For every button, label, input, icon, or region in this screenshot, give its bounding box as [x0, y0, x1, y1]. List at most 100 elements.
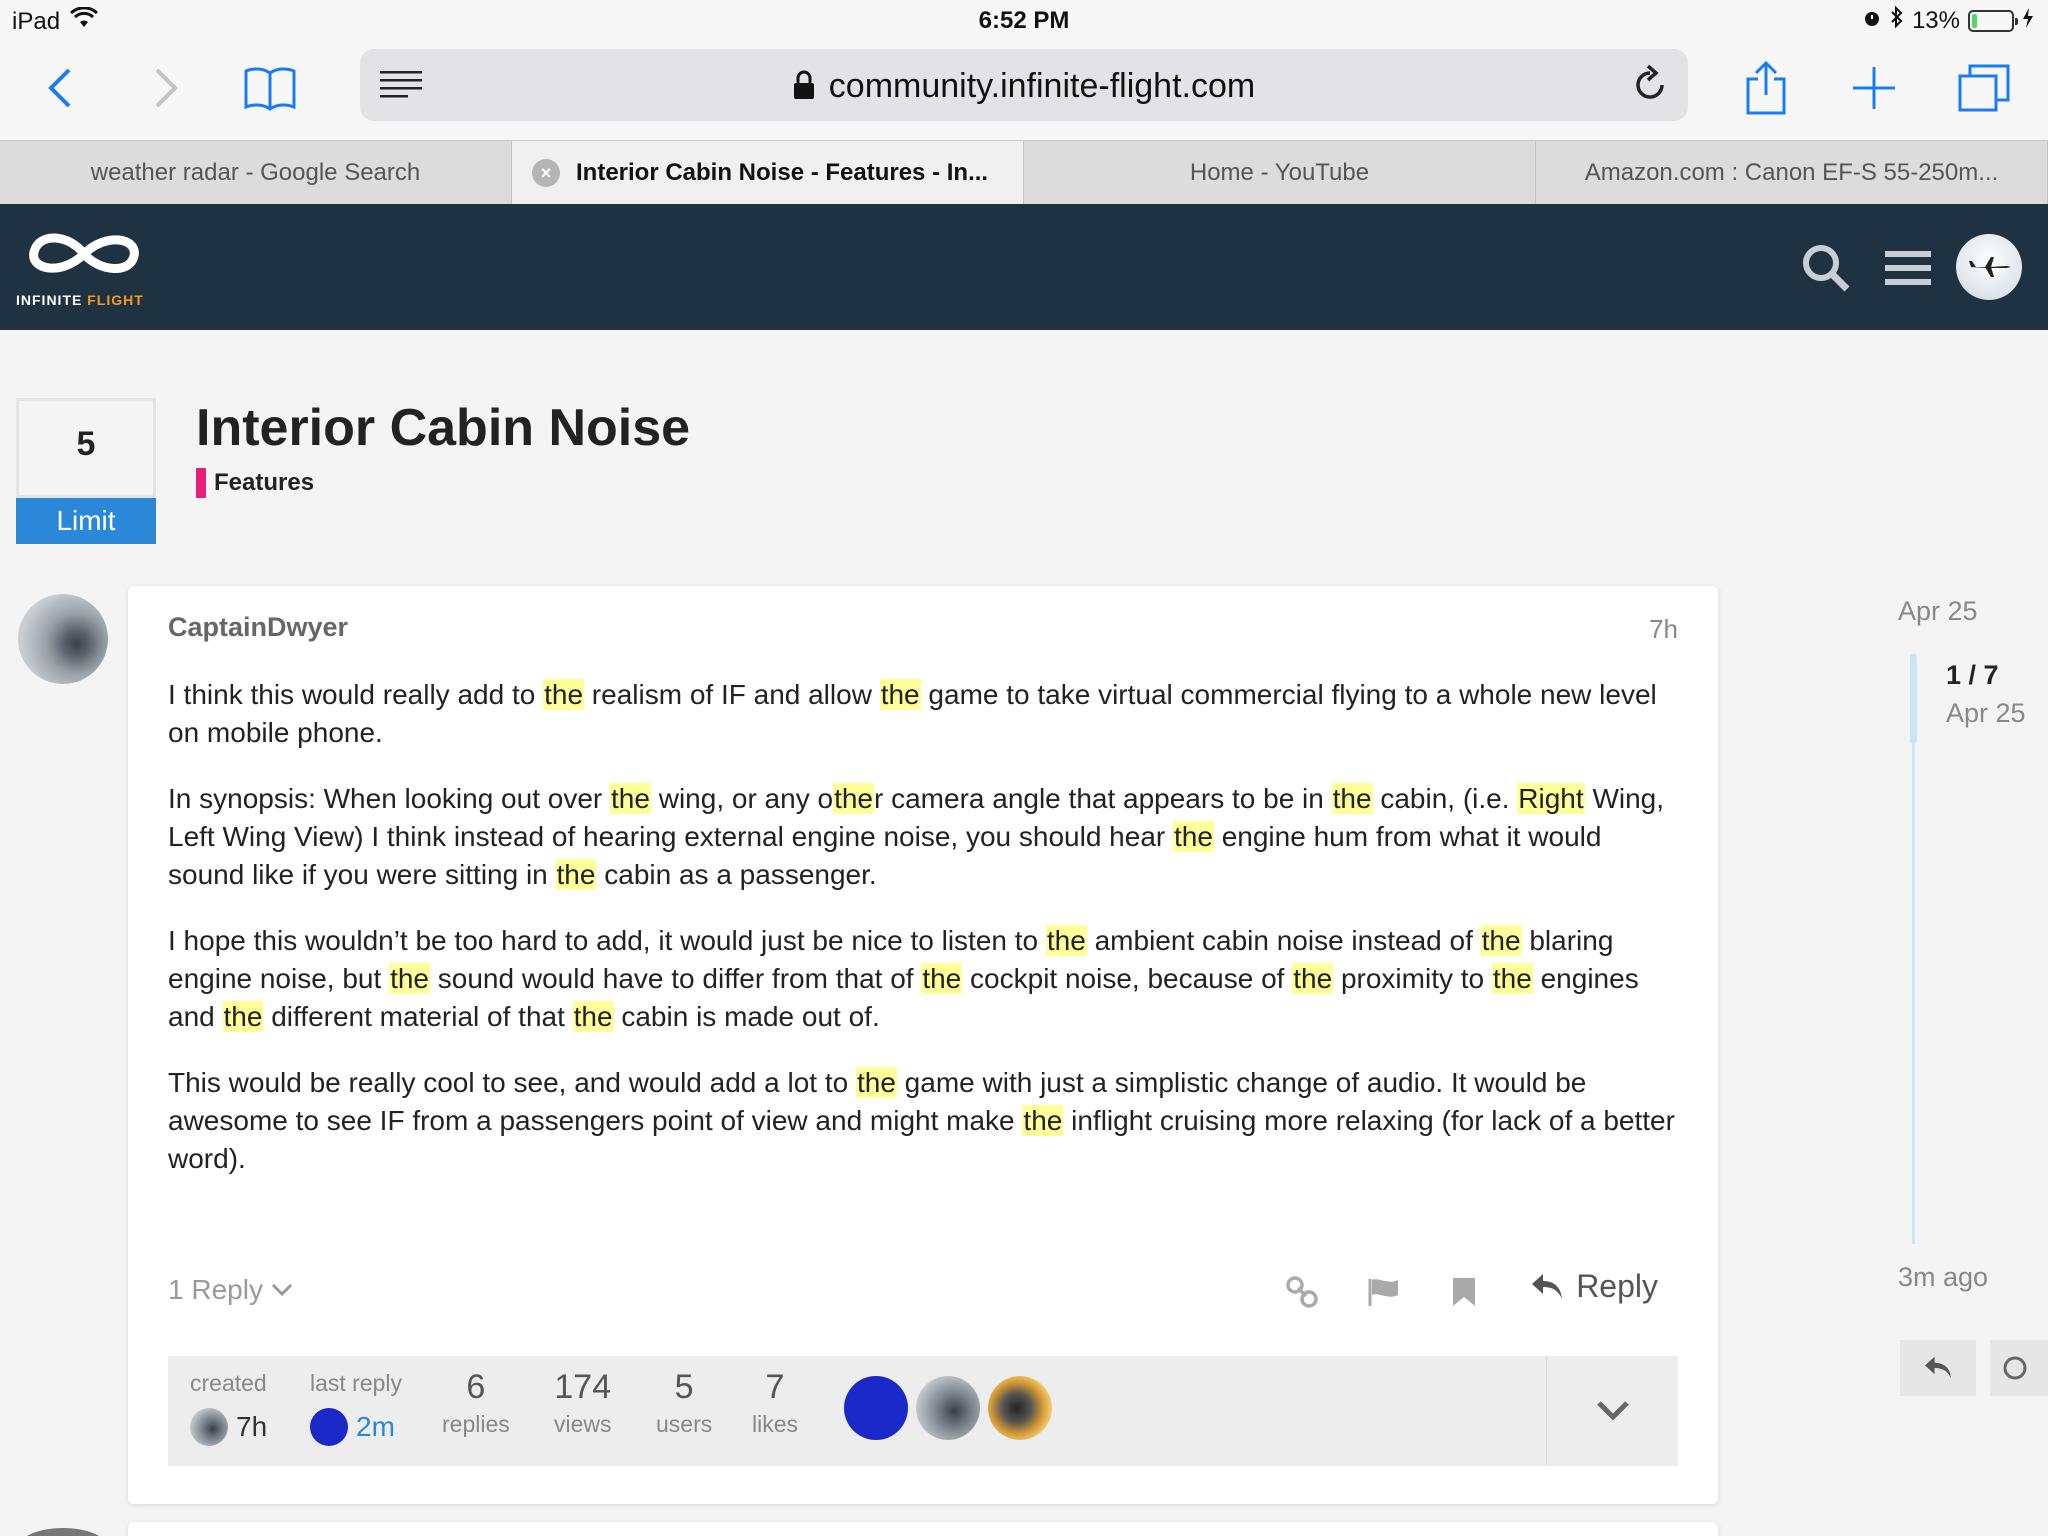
tabs-icon — [1958, 64, 2010, 112]
topic-map-expand-button[interactable] — [1546, 1356, 1678, 1466]
limit-button[interactable]: Limit — [16, 498, 156, 544]
topic-title[interactable]: Interior Cabin Noise — [196, 398, 690, 458]
topic-map: created 7h last reply 2m 6 replies 174 v… — [168, 1356, 1678, 1466]
post-time[interactable]: 7h — [1649, 614, 1678, 645]
views-label: views — [554, 1411, 612, 1437]
reply-arrow-icon — [1925, 1356, 1951, 1379]
timeline-handle[interactable] — [1910, 654, 1917, 744]
bookmark-icon — [1453, 1278, 1475, 1306]
share-icon — [1746, 61, 1786, 115]
reply-arrow-icon — [1532, 1273, 1563, 1299]
plus-icon — [1853, 67, 1895, 109]
browser-tabs: weather radar - Google Search × Interior C… — [0, 140, 2048, 205]
search-button[interactable] — [1798, 240, 1854, 296]
forward-button[interactable] — [136, 58, 196, 118]
timeline-start-date[interactable]: Apr 25 — [1898, 596, 1978, 627]
browser-toolbar: community.infinite-flight.com — [0, 42, 2048, 140]
last-replier-avatar — [310, 1408, 348, 1446]
replies-stat: 6 replies — [442, 1368, 510, 1438]
participant-avatar[interactable] — [844, 1376, 908, 1440]
bluetooth-icon — [1890, 5, 1904, 35]
lock-icon — [793, 70, 815, 109]
post-body: I think this would really add to the rea… — [168, 676, 1678, 1206]
limit-counter: 5 — [16, 398, 156, 498]
post-paragraph: In synopsis: When looking out over the w… — [168, 783, 1665, 890]
browser-tab-label: Home - YouTube — [1189, 159, 1370, 186]
created-label: created — [190, 1370, 267, 1396]
likes-label: likes — [752, 1411, 799, 1437]
browser-tab[interactable]: Home - YouTube — [1024, 141, 1536, 205]
users-number: 5 — [674, 1368, 694, 1406]
browser-tab[interactable]: × Interior Cabin Noise - Features - In... — [512, 141, 1024, 205]
close-tab-icon[interactable]: × — [532, 159, 560, 187]
replies-label: replies — [442, 1411, 510, 1437]
share-button[interactable] — [1736, 58, 1796, 118]
participant-avatar[interactable] — [988, 1376, 1052, 1440]
site-header: INFINITE FLIGHT — [0, 204, 2048, 330]
likes-number: 7 — [765, 1368, 785, 1406]
post-paragraph: I hope this wouldn’t be too hard to add,… — [168, 925, 1639, 1032]
chevron-down-icon — [1596, 1401, 1629, 1421]
browser-tab[interactable]: Amazon.com : Canon EF-S 55-250m... — [1536, 141, 2048, 205]
user-avatar-button[interactable] — [1956, 234, 2022, 300]
bookmarks-button[interactable] — [240, 58, 300, 118]
category-label: Features — [214, 469, 315, 496]
chevron-down-icon — [271, 1283, 292, 1297]
last-reply-info[interactable]: 2m — [310, 1408, 395, 1446]
alarm-icon — [1862, 7, 1882, 35]
category-badge[interactable]: Features — [196, 468, 314, 498]
reply-button[interactable]: Reply — [1530, 1268, 1658, 1305]
back-button[interactable] — [30, 58, 90, 118]
creator-avatar — [190, 1408, 228, 1446]
last-reply-value: 2m — [356, 1411, 395, 1442]
timeline-reply-button[interactable] — [1900, 1340, 1976, 1396]
logo-text-flight: FLIGHT — [87, 292, 144, 308]
logo-text-infinite: INFINITE — [16, 292, 83, 308]
timeline-notification-button[interactable] — [1990, 1340, 2048, 1396]
next-post-avatar[interactable] — [18, 1528, 108, 1536]
bookmark-button[interactable] — [1442, 1270, 1486, 1314]
post-actions: 1 Reply Reply — [168, 1262, 1678, 1322]
browser-tab[interactable]: weather radar - Google Search — [0, 141, 512, 205]
browser-tab-label: Amazon.com : Canon EF-S 55-250m... — [1584, 159, 1999, 186]
reload-icon[interactable] — [1632, 64, 1668, 108]
url-text: community.infinite-flight.com — [828, 67, 1256, 105]
charging-icon — [2022, 7, 2034, 35]
users-stat: 5 users — [656, 1368, 712, 1438]
status-time: 6:52 PM — [978, 7, 1070, 34]
reply-label: Reply — [1576, 1268, 1658, 1304]
battery-fill — [1972, 13, 1977, 28]
participant-avatars — [844, 1376, 1052, 1440]
chevron-right-icon — [155, 68, 178, 108]
category-color-bar — [196, 468, 206, 498]
address-bar[interactable]: community.infinite-flight.com — [360, 49, 1688, 121]
flag-icon — [1368, 1279, 1398, 1306]
battery-percent: 13% — [1911, 6, 1960, 34]
replies-count: 1 Reply — [168, 1274, 263, 1305]
airplane-icon — [1969, 257, 2011, 277]
likes-stat: 7 likes — [752, 1368, 798, 1438]
created-value: 7h — [236, 1411, 268, 1442]
link-icon — [1286, 1276, 1318, 1308]
participant-avatar[interactable] — [916, 1376, 980, 1440]
post-username[interactable]: CaptainDwyer — [168, 612, 348, 643]
battery-icon — [1968, 9, 2018, 32]
post-paragraph: I think this would really add to the rea… — [168, 679, 1657, 748]
tabs-overview-button[interactable] — [1954, 58, 2014, 118]
created-info[interactable]: 7h — [190, 1408, 267, 1446]
timeline-end-date[interactable]: 3m ago — [1898, 1262, 1988, 1293]
replies-number: 6 — [466, 1368, 486, 1406]
chevron-left-icon — [48, 68, 71, 108]
circle-icon — [2003, 1356, 2027, 1380]
next-post-card — [128, 1522, 1718, 1536]
browser-tab-label: weather radar - Google Search — [90, 159, 421, 186]
post-author-avatar[interactable] — [18, 594, 108, 684]
replies-toggle[interactable]: 1 Reply — [168, 1274, 293, 1306]
post-card: CaptainDwyer 7h I think this would reall… — [128, 586, 1718, 1504]
share-link-button[interactable] — [1280, 1270, 1324, 1314]
flag-button[interactable] — [1362, 1270, 1406, 1314]
views-number: 174 — [554, 1368, 612, 1406]
new-tab-button[interactable] — [1844, 58, 1904, 118]
post-paragraph: This would be really cool to see, and wo… — [168, 1067, 1675, 1174]
menu-button[interactable] — [1880, 240, 1936, 296]
